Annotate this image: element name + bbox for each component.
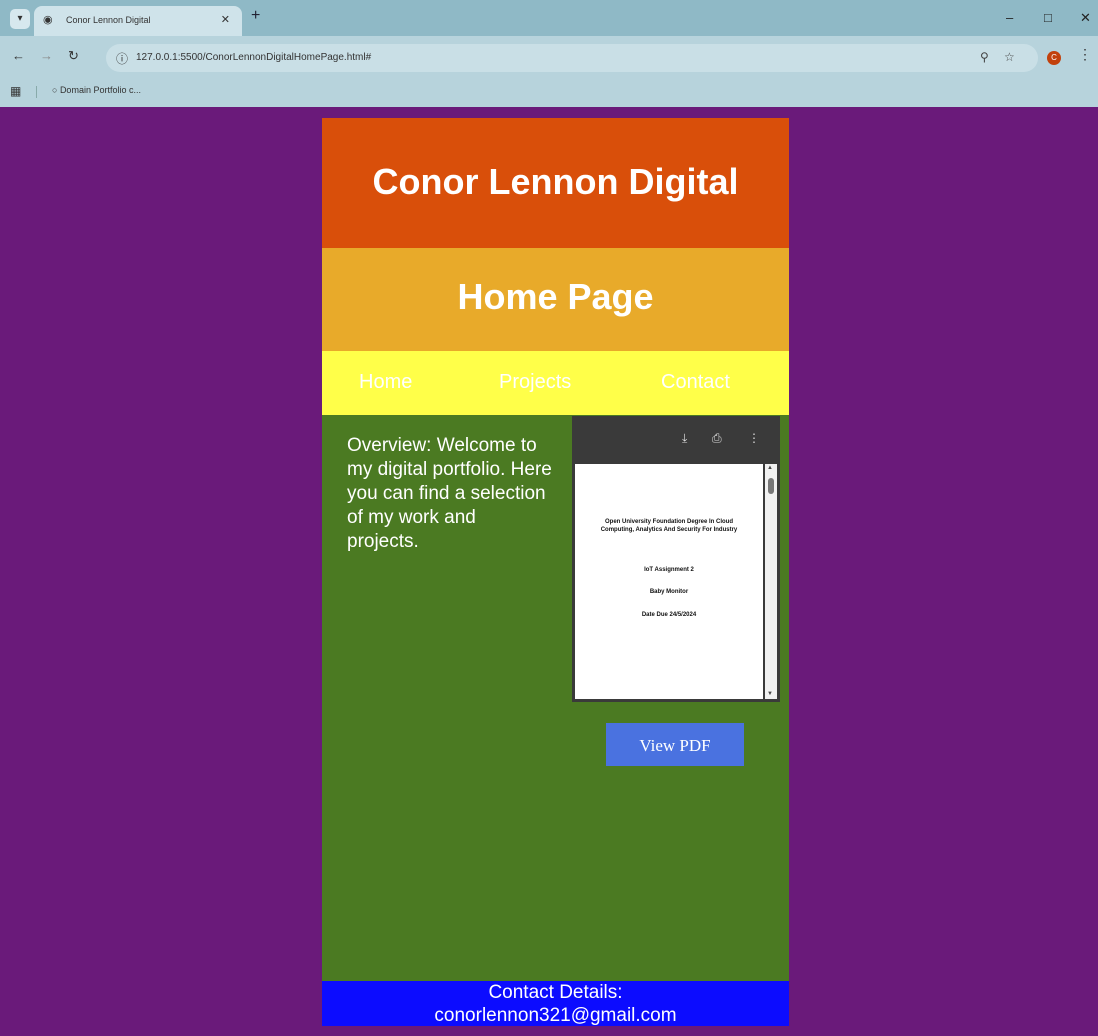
forward-icon[interactable]: → bbox=[40, 48, 53, 63]
pdf-project-name: Baby Monitor bbox=[649, 589, 689, 595]
pdf-due-date: Date Due 24/5/2024 bbox=[641, 612, 697, 618]
minimize-icon[interactable]: – bbox=[1006, 10, 1013, 25]
site-nav: Home Projects Contact bbox=[322, 351, 789, 415]
nav-link-home[interactable]: Home bbox=[359, 371, 412, 394]
new-tab-icon[interactable]: + bbox=[251, 7, 260, 25]
site-info-icon[interactable]: ⓘ bbox=[116, 50, 128, 67]
print-icon[interactable]: ⎙ bbox=[712, 431, 722, 446]
contact-label: Contact Details: bbox=[488, 982, 623, 1003]
nav-link-projects[interactable]: Projects bbox=[499, 371, 571, 394]
maximize-icon[interactable]: □ bbox=[1044, 10, 1052, 25]
address-bar[interactable]: ⓘ 127.0.0.1:5500/ConorLennonDigitalHomeP… bbox=[106, 44, 1038, 72]
site-footer: Contact Details: conorlennon321@gmail.co… bbox=[322, 981, 789, 1026]
tab-strip: ▾ ◉ Conor Lennon Digital ✕ + – □ ✕ bbox=[0, 0, 1098, 36]
close-window-icon[interactable]: ✕ bbox=[1080, 10, 1091, 26]
page-container: Conor Lennon Digital Home Page Home Proj… bbox=[322, 118, 789, 1026]
globe-icon: ◉ bbox=[43, 14, 53, 26]
nav-link-contact[interactable]: Contact bbox=[661, 371, 730, 394]
close-tab-icon[interactable]: ✕ bbox=[221, 13, 230, 26]
url-text[interactable]: 127.0.0.1:5500/ConorLennonDigitalHomePag… bbox=[136, 52, 371, 63]
tab-search-icon[interactable]: ▾ bbox=[10, 9, 30, 29]
more-icon[interactable]: ⋮ bbox=[748, 431, 760, 445]
bookmark-star-icon[interactable]: ☆ bbox=[1004, 50, 1015, 64]
pdf-toolbar: ⤓ ⎙ ⋮ bbox=[572, 416, 780, 460]
browser-tab[interactable]: ◉ Conor Lennon Digital ✕ bbox=[34, 6, 242, 36]
pdf-degree-title: Open University Foundation Degree In Clo… bbox=[600, 519, 738, 533]
bookmark-item[interactable]: ○ Domain Portfolio c... bbox=[52, 85, 141, 95]
page-heading-band: Home Page bbox=[322, 248, 789, 351]
pdf-viewer[interactable]: ⤓ ⎙ ⋮ Open University Foundation Degree … bbox=[572, 416, 780, 702]
scroll-down-icon[interactable]: ▼ bbox=[767, 691, 773, 697]
page-heading: Home Page bbox=[457, 276, 654, 317]
bookmark-separator bbox=[36, 86, 37, 98]
back-icon[interactable]: ← bbox=[12, 48, 25, 63]
site-title: Conor Lennon Digital bbox=[372, 161, 739, 202]
apps-grid-icon[interactable]: ▦ bbox=[10, 84, 21, 98]
scroll-up-icon[interactable]: ▲ bbox=[767, 465, 773, 471]
menu-icon[interactable]: ⋮ bbox=[1078, 46, 1092, 63]
tab-title: Conor Lennon Digital bbox=[66, 15, 151, 25]
reload-icon[interactable]: ↻ bbox=[68, 48, 79, 64]
download-icon[interactable]: ⤓ bbox=[682, 431, 687, 446]
zoom-icon[interactable]: ⚲ bbox=[980, 50, 989, 64]
view-pdf-button[interactable]: View PDF bbox=[606, 723, 744, 766]
contact-email[interactable]: conorlennon321@gmail.com bbox=[322, 1004, 789, 1027]
site-header: Conor Lennon Digital bbox=[322, 118, 789, 248]
pdf-scrollbar[interactable] bbox=[765, 464, 777, 699]
overview-text: Overview: Welcome to my digital portfoli… bbox=[347, 435, 552, 552]
pdf-page: Open University Foundation Degree In Clo… bbox=[575, 464, 763, 699]
pdf-scroll-thumb[interactable] bbox=[768, 478, 774, 494]
pdf-assignment: IoT Assignment 2 bbox=[644, 567, 694, 573]
browser-chrome: ▾ ◉ Conor Lennon Digital ✕ + – □ ✕ ← → ↻… bbox=[0, 0, 1098, 107]
profile-avatar[interactable]: C bbox=[1047, 51, 1061, 65]
